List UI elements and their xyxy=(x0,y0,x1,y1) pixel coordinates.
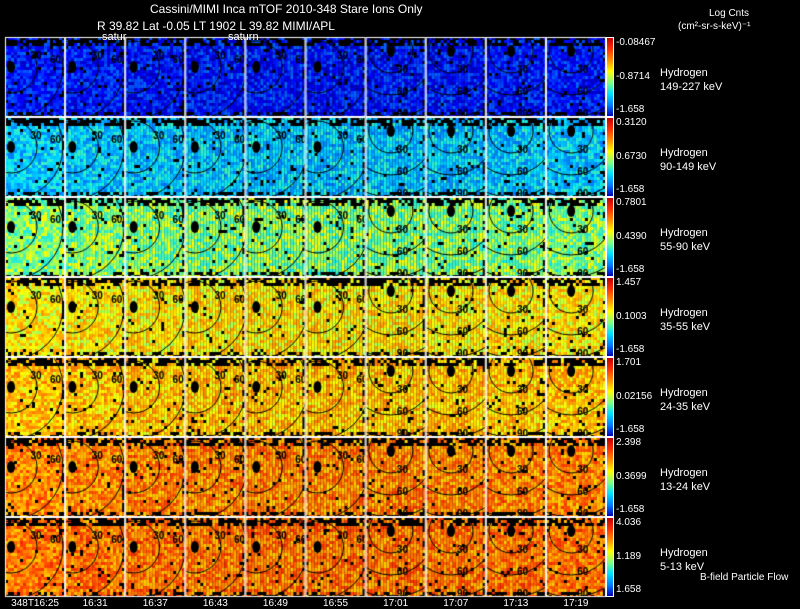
colorbar-mid-label: 0.1003 xyxy=(616,311,647,322)
time-label: 16:37 xyxy=(142,598,168,609)
time-label: 348T16:25 xyxy=(11,598,59,609)
plot-subtitle: R 39.82 Lat -0.05 LT 1902 L 39.82 MIMI/A… xyxy=(97,19,335,33)
colorbar-mid-label: 0.4390 xyxy=(616,231,647,242)
energy-label: 90-149 keV xyxy=(660,161,717,173)
colorbar-max-label: 4.036 xyxy=(616,517,642,528)
colorbar-mid-label: 0.02156 xyxy=(616,391,653,402)
colorbar-max-label: 1.457 xyxy=(616,277,642,288)
energy-label: 24-35 keV xyxy=(660,401,711,413)
colorbar-mid-label: 1.189 xyxy=(616,551,642,562)
species-label: Hydrogen xyxy=(660,227,708,239)
energy-label: 35-55 keV xyxy=(660,321,711,333)
units-label: (cm²-sr-s-keV)⁻¹ xyxy=(678,21,751,32)
energy-label: 55-90 keV xyxy=(660,241,711,253)
energy-label: 5-13 keV xyxy=(660,561,705,573)
colorbar-min-label: 1.658 xyxy=(616,584,642,595)
colorbar-mid-label: 0.6730 xyxy=(616,151,647,162)
colorbar-min-label: -1.658 xyxy=(616,104,645,115)
time-label: 17:01 xyxy=(383,598,409,609)
time-label: 17:19 xyxy=(563,598,589,609)
saturn-label: saturn xyxy=(228,31,259,43)
colorbar-min-label: -1.658 xyxy=(616,424,645,435)
colorbar-min-label: -1.658 xyxy=(616,184,645,195)
colorbar-max-label: 0.3120 xyxy=(616,117,647,128)
time-label: 16:31 xyxy=(82,598,108,609)
time-label: 16:55 xyxy=(323,598,349,609)
colorbar-max-label: 0.7801 xyxy=(616,197,647,208)
time-label: 16:49 xyxy=(262,598,288,609)
colorbar xyxy=(606,277,614,357)
colorbar xyxy=(606,37,614,117)
colorbar xyxy=(606,117,614,197)
colorbar xyxy=(606,357,614,437)
colorbar-min-label: -1.658 xyxy=(616,344,645,355)
species-label: Hydrogen xyxy=(660,67,708,79)
colorbar xyxy=(606,437,614,517)
species-label: Hydrogen xyxy=(660,547,708,559)
species-label: Hydrogen xyxy=(660,147,708,159)
time-label: 16:43 xyxy=(202,598,228,609)
units-label: Log Cnts xyxy=(709,8,750,19)
footnote-label: B-field Particle Flow xyxy=(700,572,789,583)
colorbar-max-label: 1.701 xyxy=(616,357,642,368)
colorbar-max-label: -0.08467 xyxy=(616,37,656,48)
colorbar-min-label: -1.658 xyxy=(616,264,645,275)
time-label: 17:07 xyxy=(443,598,469,609)
species-label: Hydrogen xyxy=(660,387,708,399)
saturn-label: satur xyxy=(102,31,127,43)
colorbar-mid-label: 0.3699 xyxy=(616,471,647,482)
colorbar-min-label: -1.658 xyxy=(616,504,645,515)
energy-label: 13-24 keV xyxy=(660,481,711,493)
colorbar xyxy=(606,517,614,597)
colorbar xyxy=(606,197,614,277)
time-label: 17:13 xyxy=(503,598,529,609)
energy-label: 149-227 keV xyxy=(660,81,723,93)
species-label: Hydrogen xyxy=(660,307,708,319)
plot-title: Cassini/MIMI Inca mTOF 2010-348 Stare Io… xyxy=(150,2,423,16)
species-label: Hydrogen xyxy=(660,467,708,479)
image-grid xyxy=(0,0,606,598)
colorbar-mid-label: -0.8714 xyxy=(616,71,650,82)
colorbar-max-label: 2.398 xyxy=(616,437,642,448)
